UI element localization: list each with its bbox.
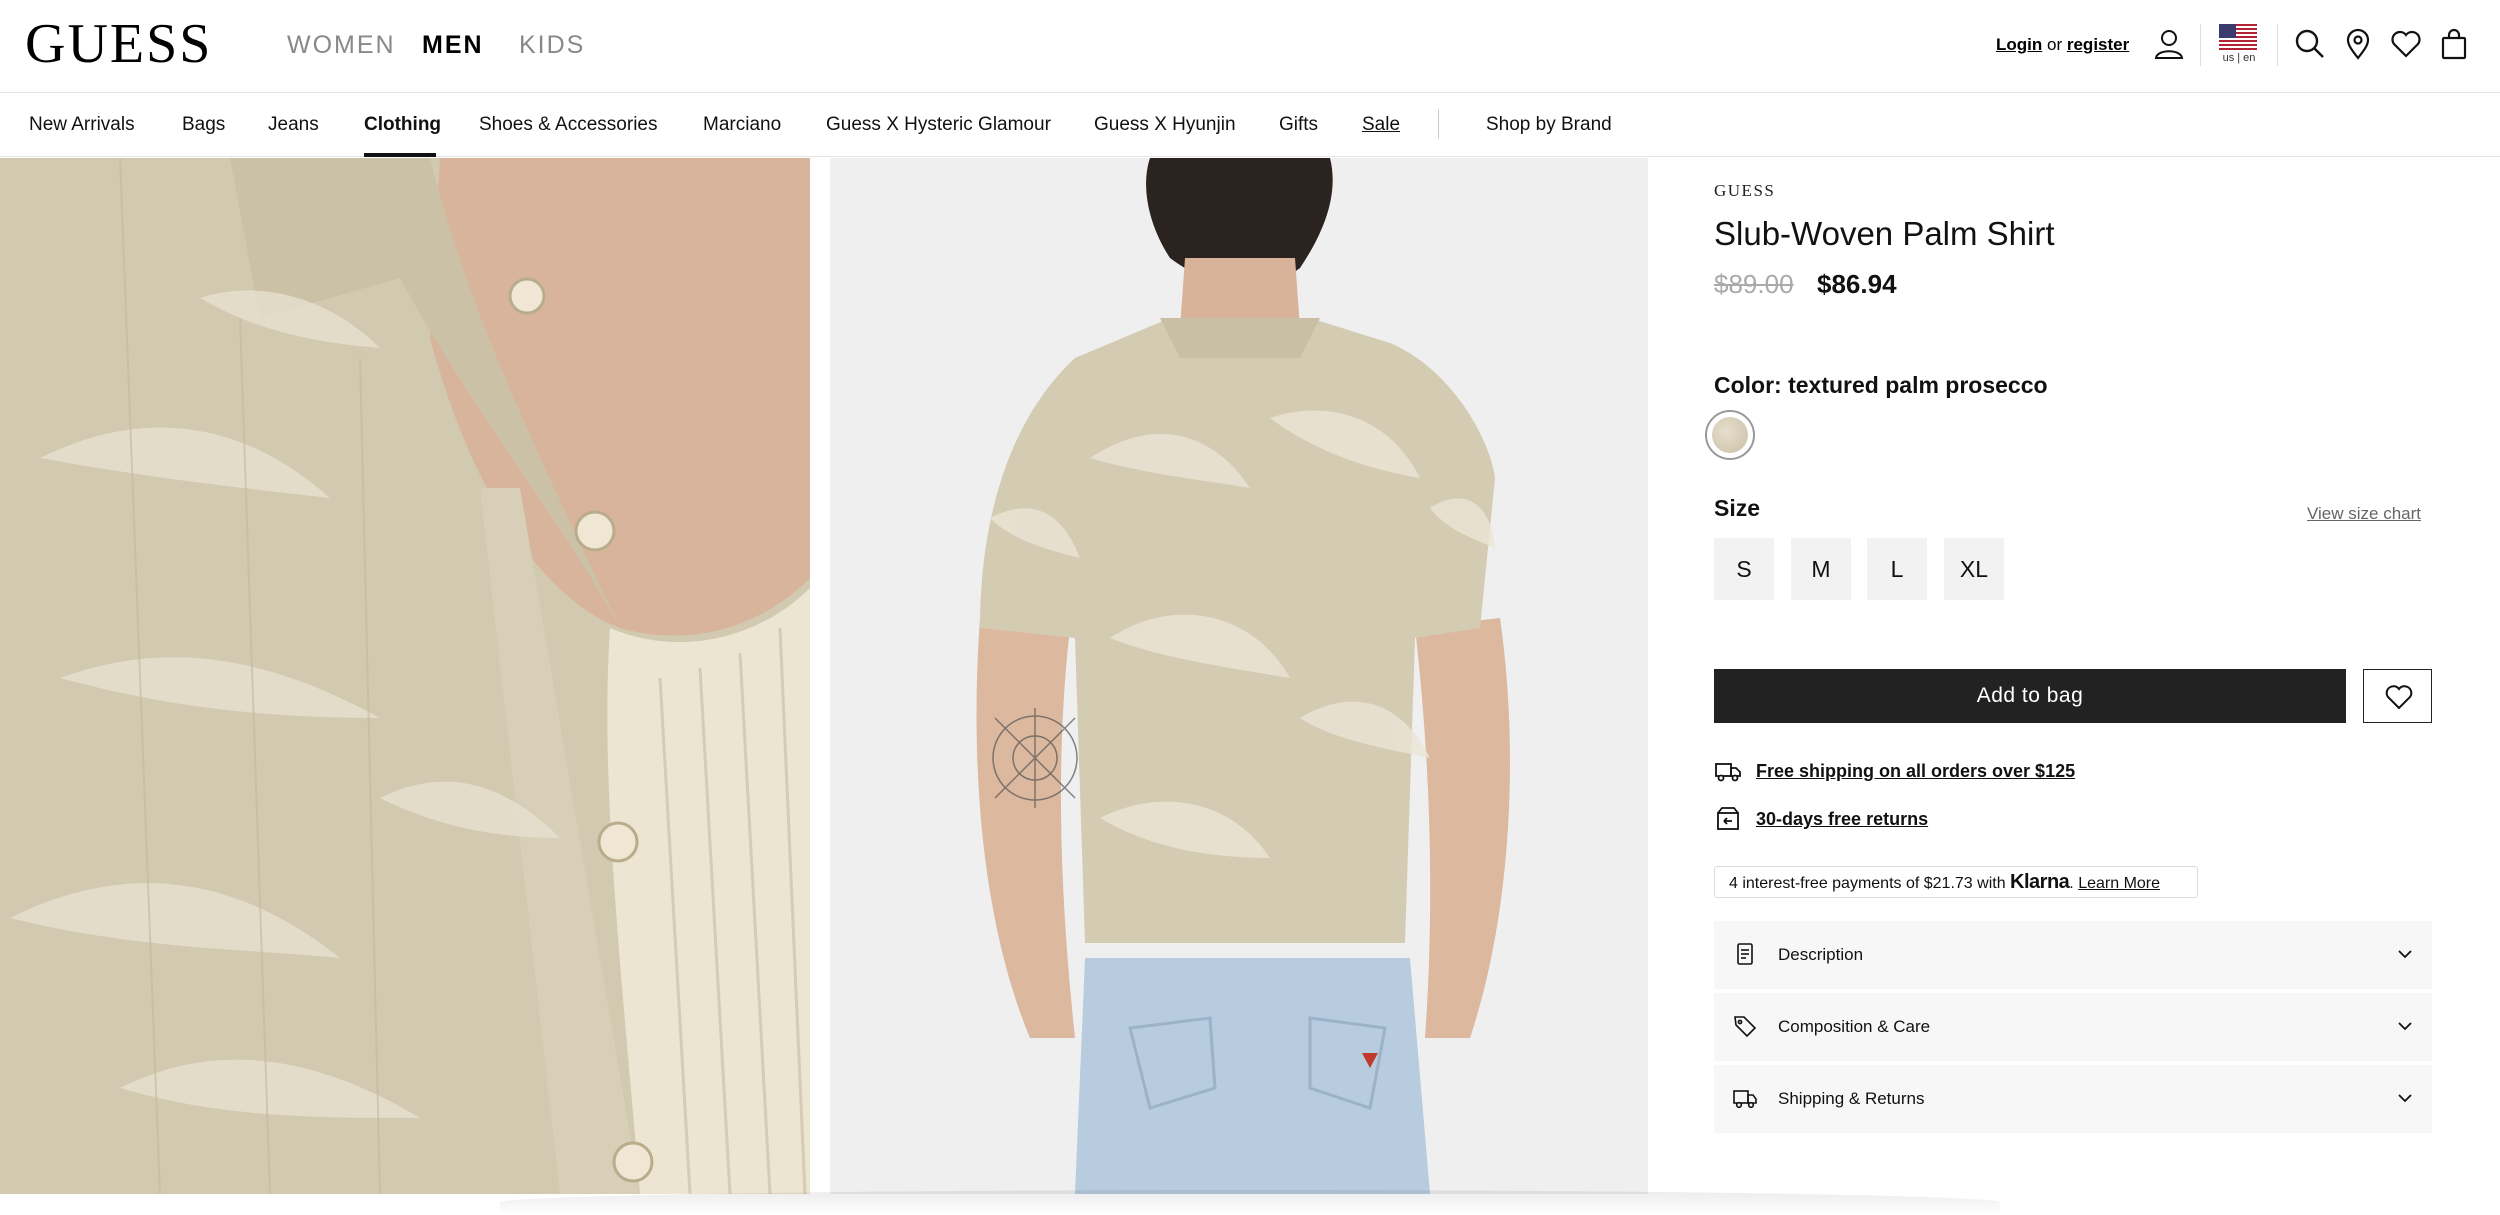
- page-bottom-shadow: [500, 1190, 2000, 1215]
- free-shipping-link[interactable]: Free shipping on all orders over $125: [1756, 759, 2075, 783]
- size-label: Size: [1714, 495, 1761, 521]
- product-title: Slub-Woven Palm Shirt: [1714, 215, 2055, 252]
- nav-clothing[interactable]: Clothing: [364, 113, 441, 137]
- accordion-label: Description: [1778, 945, 1864, 964]
- category-nav: New Arrivals Bags Jeans Clothing Shoes &…: [0, 93, 2500, 157]
- size-button-m[interactable]: M: [1791, 538, 1851, 600]
- size-button-s[interactable]: S: [1714, 538, 1774, 600]
- location-pin-icon[interactable]: [2340, 26, 2376, 62]
- original-price: $89.00: [1714, 269, 1794, 299]
- nav-shoes-accessories[interactable]: Shoes & Accessories: [479, 113, 657, 137]
- add-to-wishlist-button[interactable]: [2363, 669, 2432, 723]
- nav-guess-x-hysteric-glamour[interactable]: Guess X Hysteric Glamour: [826, 113, 1051, 137]
- shopping-bag-icon[interactable]: [2436, 26, 2472, 62]
- header-divider: [2200, 24, 2201, 66]
- nav-jeans[interactable]: Jeans: [268, 113, 319, 137]
- truck-icon: [1715, 763, 1741, 782]
- or-text: or: [2047, 35, 2063, 54]
- nav-kids[interactable]: KIDS: [519, 30, 585, 60]
- header-divider: [2277, 24, 2278, 66]
- guess-logo[interactable]: GUESS: [25, 14, 212, 74]
- locale-label: us | en: [2222, 52, 2256, 64]
- product-brand: GUESS: [1714, 181, 1776, 200]
- sale-price: $86.94: [1817, 269, 1897, 299]
- heart-icon[interactable]: [2388, 26, 2424, 62]
- site-header: GUESS WOMEN MEN KIDS Login or register u…: [0, 0, 2500, 93]
- accordion-label: Composition & Care: [1778, 1017, 1931, 1036]
- free-returns-link[interactable]: 30-days free returns: [1756, 807, 1928, 831]
- swatch-fill: [1712, 417, 1748, 453]
- accordion-description[interactable]: Description: [1714, 921, 2432, 989]
- size-button-xl[interactable]: XL: [1944, 538, 2004, 600]
- login-link[interactable]: Login: [1996, 35, 2042, 54]
- klarna-period: .: [2069, 875, 2074, 892]
- nav-men[interactable]: MEN: [422, 30, 484, 60]
- nav-marciano[interactable]: Marciano: [703, 113, 781, 137]
- nav-new-arrivals[interactable]: New Arrivals: [29, 113, 135, 137]
- truck-icon: [1732, 1085, 1758, 1111]
- size-button-l[interactable]: L: [1867, 538, 1927, 600]
- accordion-shipping-returns[interactable]: Shipping & Returns: [1714, 1065, 2432, 1133]
- active-tab-indicator: [364, 153, 436, 157]
- product-image-closeup[interactable]: [0, 158, 810, 1194]
- klarna-logo: Klarna: [2010, 871, 2070, 893]
- color-label: Color: textured palm prosecco: [1714, 372, 2048, 398]
- locale-selector[interactable]: us | en: [2219, 24, 2259, 68]
- nav-women[interactable]: WOMEN: [287, 30, 396, 60]
- nav-sale[interactable]: Sale: [1362, 113, 1400, 137]
- register-link[interactable]: register: [2067, 35, 2129, 54]
- accordion-composition-care[interactable]: Composition & Care: [1714, 993, 2432, 1061]
- klarna-text: 4 interest-free payments of $21.73 with: [1729, 875, 2006, 892]
- color-swatch-selected[interactable]: [1705, 410, 1755, 460]
- add-to-bag-button[interactable]: Add to bag: [1714, 669, 2346, 723]
- nav-guess-x-hyunjin[interactable]: Guess X Hyunjin: [1094, 113, 1236, 137]
- search-icon[interactable]: [2292, 26, 2328, 62]
- user-icon[interactable]: [2151, 26, 2187, 62]
- nav-shop-by-brand[interactable]: Shop by Brand: [1486, 113, 1612, 137]
- heart-icon: [2385, 685, 2413, 710]
- view-size-chart-link[interactable]: View size chart: [2307, 504, 2421, 524]
- document-icon: [1732, 941, 1758, 967]
- klarna-learn-more-link[interactable]: Learn More: [2078, 875, 2160, 892]
- login-register: Login or register: [1996, 34, 2129, 56]
- chevron-down-icon: [2394, 943, 2416, 965]
- return-box-icon: [1717, 807, 1739, 830]
- product-image-back-view[interactable]: [830, 158, 1648, 1194]
- klarna-banner: 4 interest-free payments of $21.73 with …: [1714, 866, 2198, 898]
- chevron-down-icon: [2394, 1015, 2416, 1037]
- nav-gifts[interactable]: Gifts: [1279, 113, 1318, 137]
- tag-icon: [1732, 1013, 1758, 1039]
- chevron-down-icon: [2394, 1087, 2416, 1109]
- nav-bags[interactable]: Bags: [182, 113, 225, 137]
- us-flag-icon: [2219, 24, 2257, 50]
- accordion-label: Shipping & Returns: [1778, 1089, 1925, 1108]
- nav-divider: [1438, 109, 1439, 139]
